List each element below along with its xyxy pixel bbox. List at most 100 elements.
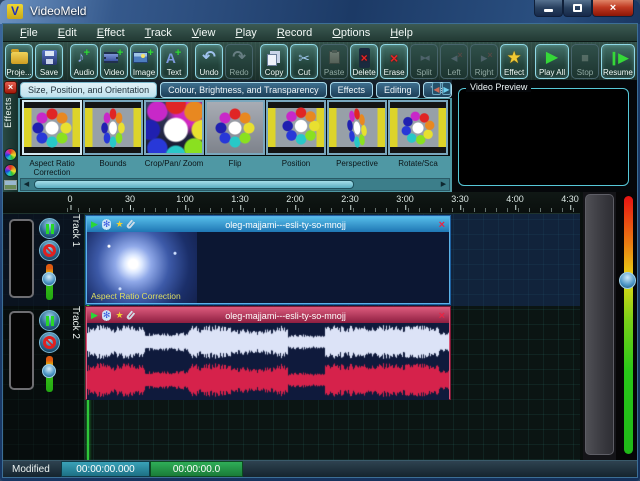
panel-close-button[interactable]: ×	[4, 81, 17, 94]
add-text-button[interactable]: A + Text	[160, 43, 189, 79]
effect-perspective[interactable]	[327, 100, 387, 155]
paste-button[interactable]: Paste	[320, 43, 349, 79]
track-headers: Track 1 Track 2	[3, 214, 85, 460]
scroll-right-icon[interactable]: ▶	[438, 179, 449, 190]
maximize-button[interactable]	[563, 0, 592, 17]
preview-thumb-icon[interactable]	[4, 180, 17, 190]
selection-time: 00:00:00.0	[150, 461, 243, 477]
redo-button[interactable]: ↷ Redo	[225, 43, 254, 79]
video-clip-body[interactable]: Aspect Ratio Correction	[87, 232, 449, 303]
master-volume-region	[616, 192, 637, 460]
track-volume-slider[interactable]	[42, 356, 56, 392]
erase-cross-icon: ×	[390, 49, 399, 66]
effect-label: Aspect Ratio Correction	[29, 159, 75, 177]
mute-button[interactable]	[39, 332, 60, 353]
add-video-button[interactable]: + Video	[100, 43, 129, 79]
resume-button[interactable]: ❙▶ Resume	[601, 43, 635, 79]
effect-aspect-ratio-correction[interactable]	[22, 100, 82, 155]
effects-horizontal-scrollbar[interactable]: ◀ ▶	[20, 178, 450, 191]
mute-icon	[43, 336, 56, 349]
clip-settings-icon[interactable]: ✻	[101, 308, 112, 323]
effect-label: Flip	[228, 159, 242, 168]
clip-effect-icon[interactable]: ★	[115, 308, 123, 323]
scrollbar-thumb[interactable]	[34, 180, 354, 189]
menu-options[interactable]: Options	[323, 26, 379, 40]
erase-button[interactable]: × Erase	[380, 43, 409, 79]
clip-close-icon[interactable]: ×	[439, 310, 445, 322]
mute-button[interactable]	[39, 240, 60, 261]
slider-thumb[interactable]	[42, 272, 56, 286]
add-plus-icon: +	[116, 46, 124, 59]
audio-clip[interactable]: ▶ ✻ ★ oleg-majjami---esli-ty-so-mnojj ×	[86, 307, 450, 400]
tab-size-position-orientation[interactable]: Size, Position, and Orientation	[20, 82, 158, 98]
slider-thumb[interactable]	[619, 272, 636, 289]
window-title: VideoMeld	[30, 4, 87, 18]
menu-help[interactable]: Help	[381, 26, 422, 40]
trim-right-button[interactable]: ▸Right	[470, 43, 499, 79]
time-ruler[interactable]: 0 30 1:00 1:30 2:00 2:30 3:00 3:30 4:00 …	[3, 192, 580, 214]
monitor-button[interactable]	[39, 218, 60, 239]
clip-settings-icon[interactable]: ✻	[101, 217, 112, 232]
menu-view[interactable]: View	[183, 26, 225, 40]
tab-colour-brightness-transparency[interactable]: Colour, Brightness, and Transparency	[160, 82, 327, 98]
tab-editing[interactable]: Editing	[376, 82, 420, 98]
tab-scroll-left-icon[interactable]: ◀	[432, 82, 441, 95]
title-bar[interactable]: V VideoMeld ×	[0, 0, 640, 24]
track-volume-slider[interactable]	[42, 264, 56, 300]
color-wheel-icon[interactable]	[4, 164, 17, 177]
master-volume-slider[interactable]	[624, 196, 633, 454]
audio-clip-body[interactable]	[87, 323, 449, 400]
effect-rotate-scale[interactable]	[388, 100, 448, 155]
scissors-icon: ✂	[298, 49, 310, 66]
meter-bars-icon	[46, 224, 49, 234]
effect-bounds[interactable]	[83, 100, 143, 155]
menu-effect[interactable]: Effect	[88, 26, 134, 40]
clip-play-icon[interactable]: ▶	[91, 217, 98, 232]
scroll-left-icon[interactable]: ◀	[21, 179, 32, 190]
clip-close-icon[interactable]: ×	[439, 219, 445, 231]
modified-status: Modified	[12, 464, 50, 475]
level-meter	[9, 219, 34, 298]
scrollbar-thumb[interactable]	[585, 194, 614, 455]
clip-play-icon[interactable]: ▶	[91, 308, 98, 323]
add-audio-button[interactable]: ♪ + Audio	[70, 43, 99, 79]
menu-record[interactable]: Record	[268, 26, 321, 40]
menu-edit[interactable]: Edit	[49, 26, 86, 40]
add-image-button[interactable]: + Image	[130, 43, 159, 79]
trim-left-button[interactable]: ◂Left	[440, 43, 469, 79]
menu-play[interactable]: Play	[226, 26, 265, 40]
menu-file[interactable]: File	[11, 26, 47, 40]
tracks-area: Track 1 Track 2 ▶ ✻ ★ oleg-majjami---esl…	[3, 214, 580, 460]
effect-position[interactable]	[266, 100, 326, 155]
timeline-vertical-scrollbar[interactable]	[583, 192, 616, 460]
tab-scroll-right-icon[interactable]: ▶	[442, 82, 451, 95]
project-button[interactable]: Proje...	[5, 43, 33, 79]
clip-link-icon[interactable]	[125, 219, 135, 230]
cut-button[interactable]: ✂ Cut	[290, 43, 319, 79]
clip-link-icon[interactable]	[125, 310, 135, 321]
save-button[interactable]: Save	[35, 43, 63, 79]
stop-button[interactable]: ■ Stop	[571, 43, 599, 79]
undo-button[interactable]: ↶ Undo	[195, 43, 224, 79]
clip-title-bar[interactable]: ▶ ✻ ★ oleg-majjami---esli-ty-so-mnojj ×	[87, 217, 449, 232]
delete-button[interactable]: × Delete	[350, 43, 379, 79]
play-all-button[interactable]: ▶ Play All	[535, 43, 569, 79]
clip-effect-icon[interactable]: ★	[115, 217, 123, 232]
effect-label: Perspective	[336, 159, 378, 168]
menu-track[interactable]: Track	[136, 26, 181, 40]
effects-side-tab[interactable]: Effects	[3, 97, 18, 128]
effect-button[interactable]: ★ Effect	[500, 43, 529, 79]
clip-title-bar[interactable]: ▶ ✻ ★ oleg-majjami---esli-ty-so-mnojj ×	[87, 308, 449, 323]
minimize-button[interactable]	[534, 0, 563, 17]
split-button[interactable]: ▸◂ Split	[410, 43, 439, 79]
tab-effects[interactable]: Effects	[329, 82, 374, 98]
copy-button[interactable]: Copy	[260, 43, 289, 79]
color-wheel-icon[interactable]	[4, 148, 17, 161]
effect-flip[interactable]	[205, 100, 265, 155]
ruler-label: 30	[124, 194, 136, 210]
video-clip[interactable]: ▶ ✻ ★ oleg-majjami---esli-ty-so-mnojj × …	[86, 216, 450, 304]
monitor-button[interactable]	[39, 310, 60, 331]
effect-crop-pan-zoom[interactable]	[144, 100, 204, 155]
close-button[interactable]: ×	[592, 0, 634, 17]
slider-thumb[interactable]	[42, 364, 56, 378]
